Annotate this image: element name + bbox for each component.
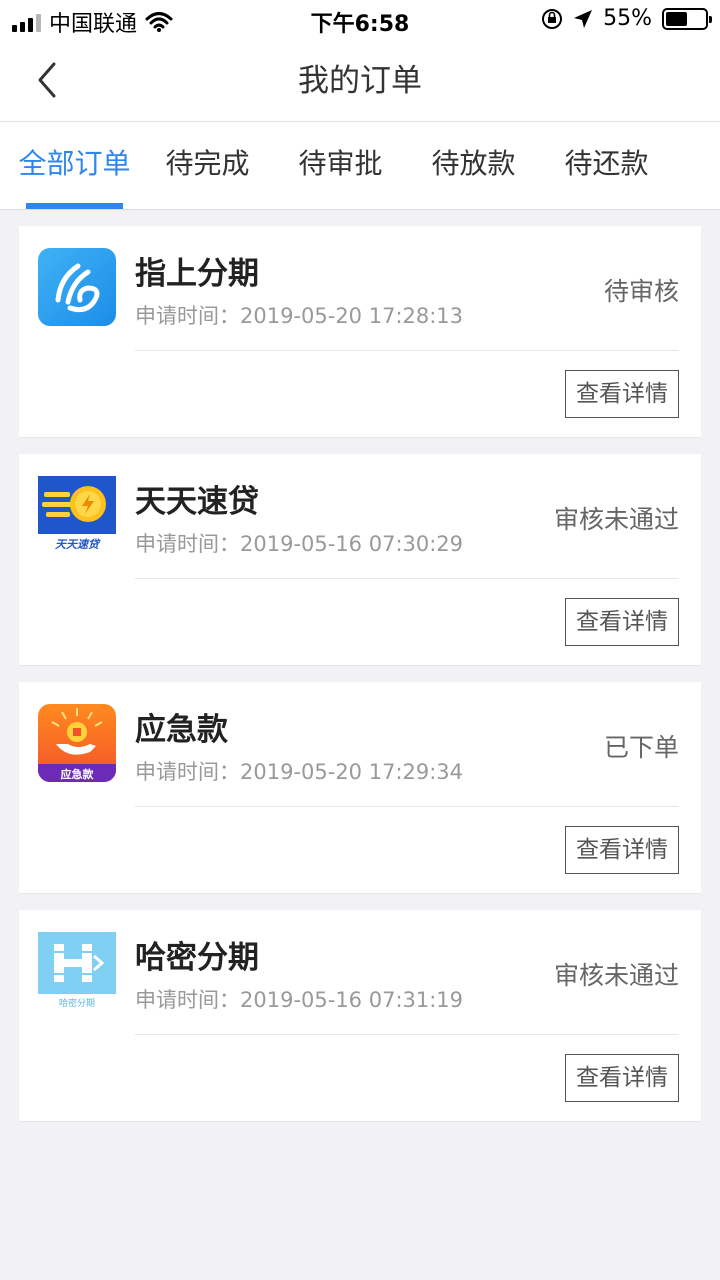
tab-pending-complete[interactable]: 待完成 (141, 122, 274, 209)
lender-name: 指上分期 (135, 256, 259, 292)
divider (135, 350, 679, 351)
zhishang-logo-icon (38, 248, 116, 326)
tab-pending-repayment[interactable]: 待还款 (540, 122, 673, 209)
svg-text:哈密分期: 哈密分期 (59, 997, 95, 1009)
divider (135, 578, 679, 579)
order-status: 审核未通过 (553, 961, 679, 990)
order-card: 天天速贷 天天速贷 申请时间：2019-05-16 07:30:29 审核未通过… (19, 454, 701, 666)
orientation-lock-icon (542, 8, 563, 29)
order-card: 应急款 应急款 申请时间：2019-05-20 17:29:34 已下单 查看详… (19, 682, 701, 894)
order-card: 指上分期 申请时间：2019-05-20 17:28:13 待审核 查看详情 (19, 226, 701, 438)
hami-logo-icon: 哈密分期 (38, 932, 116, 1010)
lender-name: 应急款 (135, 712, 228, 748)
order-card: 哈密分期 哈密分期 申请时间：2019-05-16 07:31:19 审核未通过… (19, 910, 701, 1122)
view-detail-button[interactable]: 查看详情 (565, 1054, 679, 1102)
location-icon (574, 9, 593, 28)
lender-name: 哈密分期 (135, 940, 259, 976)
svg-text:应急款: 应急款 (61, 767, 95, 781)
status-bar: 中国联通 下午6:58 55% (0, 0, 720, 40)
lender-name: 天天速贷 (135, 484, 259, 520)
tab-pending-approval[interactable]: 待审批 (274, 122, 407, 209)
apply-time: 申请时间：2019-05-16 07:30:29 (135, 532, 464, 556)
tab-all-orders[interactable]: 全部订单 (8, 122, 141, 209)
yingji-logo-icon: 应急款 (38, 704, 116, 782)
battery-icon (662, 7, 712, 30)
order-status: 已下单 (603, 733, 679, 762)
divider (135, 1034, 679, 1035)
order-status: 审核未通过 (553, 505, 679, 534)
svg-text:天天速贷: 天天速贷 (55, 538, 101, 551)
order-status: 待审核 (603, 277, 679, 306)
battery-fill (666, 11, 687, 26)
view-detail-button[interactable]: 查看详情 (565, 370, 679, 418)
battery-percent: 55% (603, 6, 652, 31)
apply-time: 申请时间：2019-05-16 07:31:19 (135, 988, 464, 1012)
back-icon[interactable] (28, 60, 68, 100)
nav-bar: 我的订单 (0, 40, 720, 122)
order-list: 指上分期 申请时间：2019-05-20 17:28:13 待审核 查看详情 天… (0, 210, 720, 1122)
tiantian-logo-icon: 天天速贷 (38, 476, 116, 554)
apply-time: 申请时间：2019-05-20 17:29:34 (135, 760, 464, 784)
status-right: 55% (541, 6, 712, 31)
order-tabs: 全部订单 待完成 待审批 待放款 待还款 (0, 122, 720, 210)
divider (135, 806, 679, 807)
tab-pending-disbursement[interactable]: 待放款 (407, 122, 540, 209)
apply-time: 申请时间：2019-05-20 17:28:13 (135, 304, 464, 328)
view-detail-button[interactable]: 查看详情 (565, 826, 679, 874)
page-title: 我的订单 (298, 63, 422, 99)
view-detail-button[interactable]: 查看详情 (565, 598, 679, 646)
